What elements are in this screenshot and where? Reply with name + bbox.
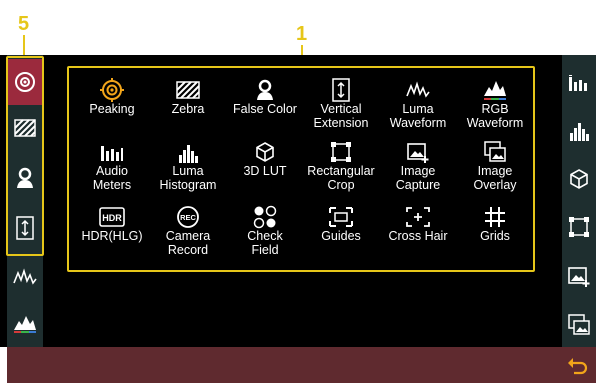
back-arrow-icon[interactable] [566,355,588,377]
tool-label: Audio Meters [92,164,132,192]
tool-label: Peaking [89,102,135,116]
peaking-icon [73,78,151,102]
svg-text:HDR: HDR [102,213,122,223]
image-capture-icon [379,140,457,164]
right-tool-audio-meters[interactable] [562,63,596,103]
tool-label: Cross Hair [388,229,448,243]
right-tool-image-overlay[interactable] [562,305,596,345]
right-tool-3d-lut[interactable] [562,159,596,199]
tool-tile-vertical-extension[interactable]: Vertical Extension [302,76,380,142]
tool-tile-rectangular-crop[interactable]: Rectangular Crop [302,138,380,204]
luma-waveform-icon [379,78,457,102]
guides-icon [302,205,380,229]
tool-tile-check-field[interactable]: Check Field [226,203,304,269]
rectangular-crop-icon [302,140,380,164]
audio-meters-icon [73,140,151,164]
tool-tile-cross-hair[interactable]: Cross Hair [379,203,457,269]
tool-tile-false-color[interactable]: False Color [226,76,304,142]
callout-5-leader [23,35,25,56]
tool-label: Vertical Extension [313,102,369,130]
rec-icon: REC [149,205,227,229]
image-capture-icon [568,265,590,287]
callout-5: 5 [18,13,30,35]
luma-waveform-icon [13,268,37,286]
tool-label: 3D LUT [243,164,287,178]
callout-1: 1 [296,23,308,45]
zebra-icon [149,78,227,102]
tool-tile-rgb-waveform[interactable]: RGB Waveform [456,76,534,142]
tool-label: Luma Histogram [159,164,217,192]
luma-histogram-icon [149,140,227,164]
right-tool-image-capture[interactable] [562,256,596,296]
rgb-waveform-icon [13,314,37,334]
left-rail-highlight [6,56,44,256]
tool-label: RGB Waveform [466,102,524,130]
audio-meters-icon [568,75,590,91]
tool-label: HDR(HLG) [81,229,143,243]
tool-label: Camera Record [165,229,211,257]
tool-label: Guides [321,229,361,243]
image-overlay-icon [456,140,534,164]
tool-label: Luma Waveform [389,102,447,130]
tool-tile-image-capture[interactable]: Image Capture [379,138,457,204]
tool-tile-luma-waveform[interactable]: Luma Waveform [379,76,457,142]
tool-tile-guides[interactable]: Guides [302,203,380,269]
right-tool-rectangular-crop[interactable] [562,207,596,247]
check-field-icon [226,205,304,229]
cross-hair-icon [379,205,457,229]
tool-tile-peaking[interactable]: Peaking [73,76,151,142]
bottom-bar [7,347,596,383]
tool-tile-audio-meters[interactable]: Audio Meters [73,138,151,204]
rgb-waveform-icon [456,78,534,102]
vertical-extension-icon [302,78,380,102]
tool-tile-zebra[interactable]: Zebra [149,76,227,142]
hdr-icon: HDR [73,205,151,229]
3d-lut-icon [226,140,304,164]
tool-label: Grids [480,229,510,243]
tool-label: Image Overlay [473,164,517,192]
left-tool-rgb-waveform[interactable] [7,301,43,347]
luma-histogram-icon [568,119,590,141]
tool-tile-3d-lut[interactable]: 3D LUT [226,138,304,204]
left-tool-luma-waveform[interactable] [7,254,43,300]
tool-label: Image Capture [395,164,441,192]
3d-lut-icon [568,168,590,190]
right-tool-luma-histogram[interactable] [562,110,596,150]
grids-icon [456,205,534,229]
tool-label: False Color [233,102,297,116]
tool-grid: Peaking Zebra False Color Vertical Extensio… [67,66,535,272]
tool-tile-hdr-hlg[interactable]: HDR HDR(HLG) [73,203,151,269]
false-color-icon [226,78,304,102]
tool-label: Zebra [171,102,205,116]
tool-label: Check Field [247,229,283,257]
right-toolbar [562,55,596,347]
svg-text:REC: REC [180,213,196,222]
image-overlay-icon [568,314,590,336]
tool-label: Rectangular Crop [307,164,375,192]
tool-tile-camera-record[interactable]: REC Camera Record [149,203,227,269]
tool-tile-luma-histogram[interactable]: Luma Histogram [149,138,227,204]
rectangular-crop-icon [568,216,590,238]
tool-tile-grids[interactable]: Grids [456,203,534,269]
tool-tile-image-overlay[interactable]: Image Overlay [456,138,534,204]
